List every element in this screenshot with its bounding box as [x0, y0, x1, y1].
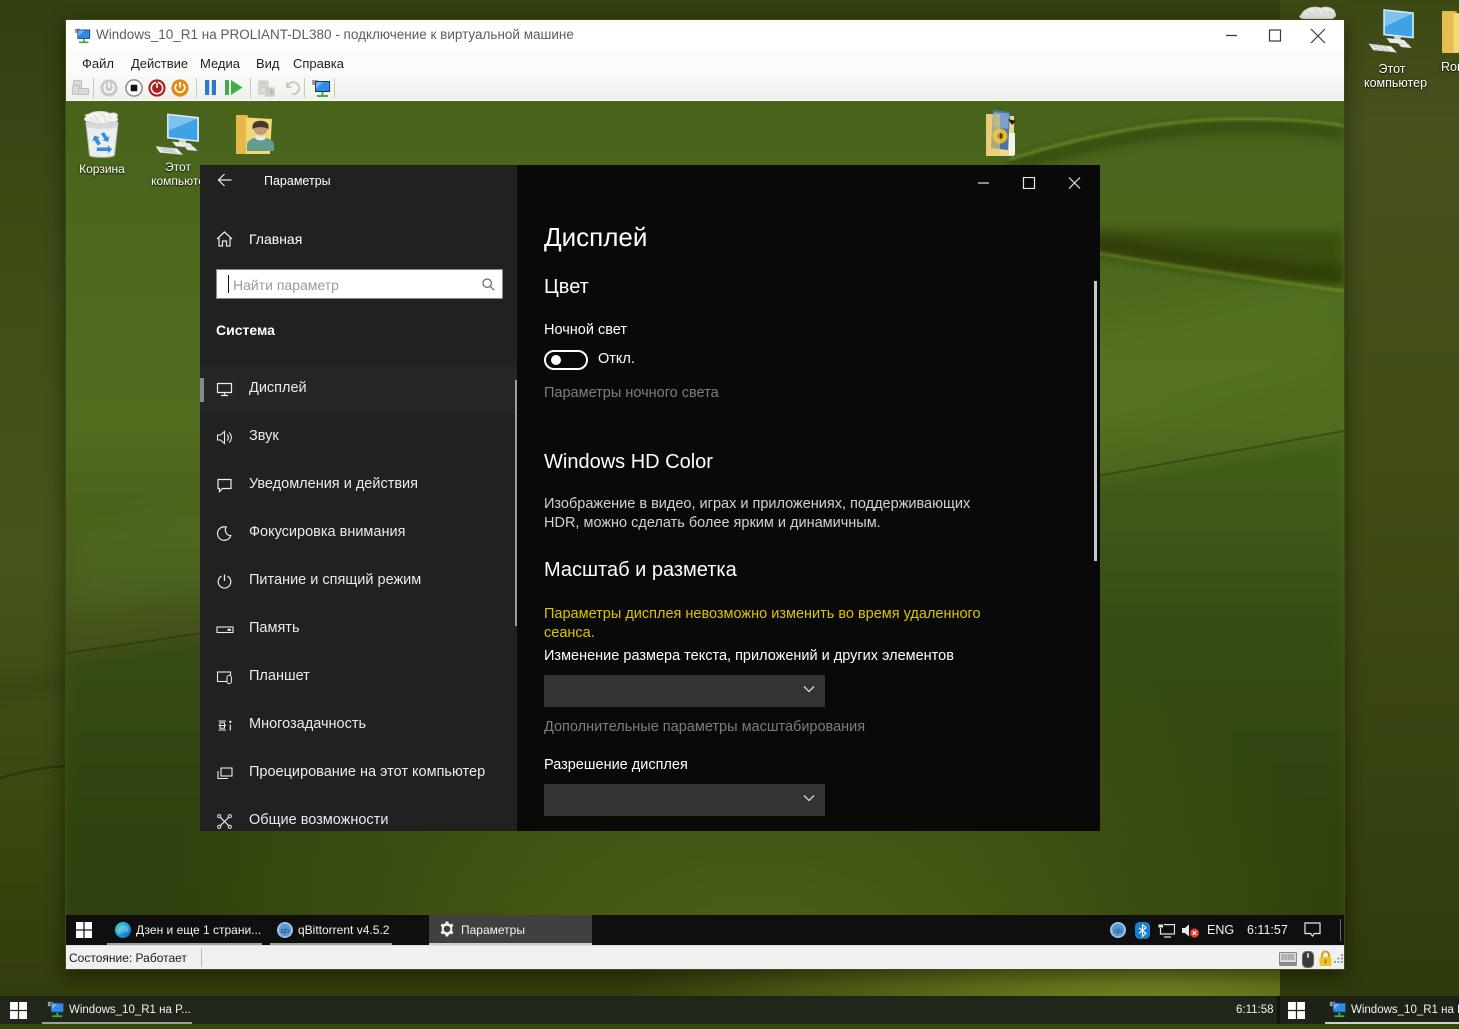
svg-text:qb: qb: [281, 926, 289, 935]
svg-text:qb: qb: [1114, 926, 1122, 935]
